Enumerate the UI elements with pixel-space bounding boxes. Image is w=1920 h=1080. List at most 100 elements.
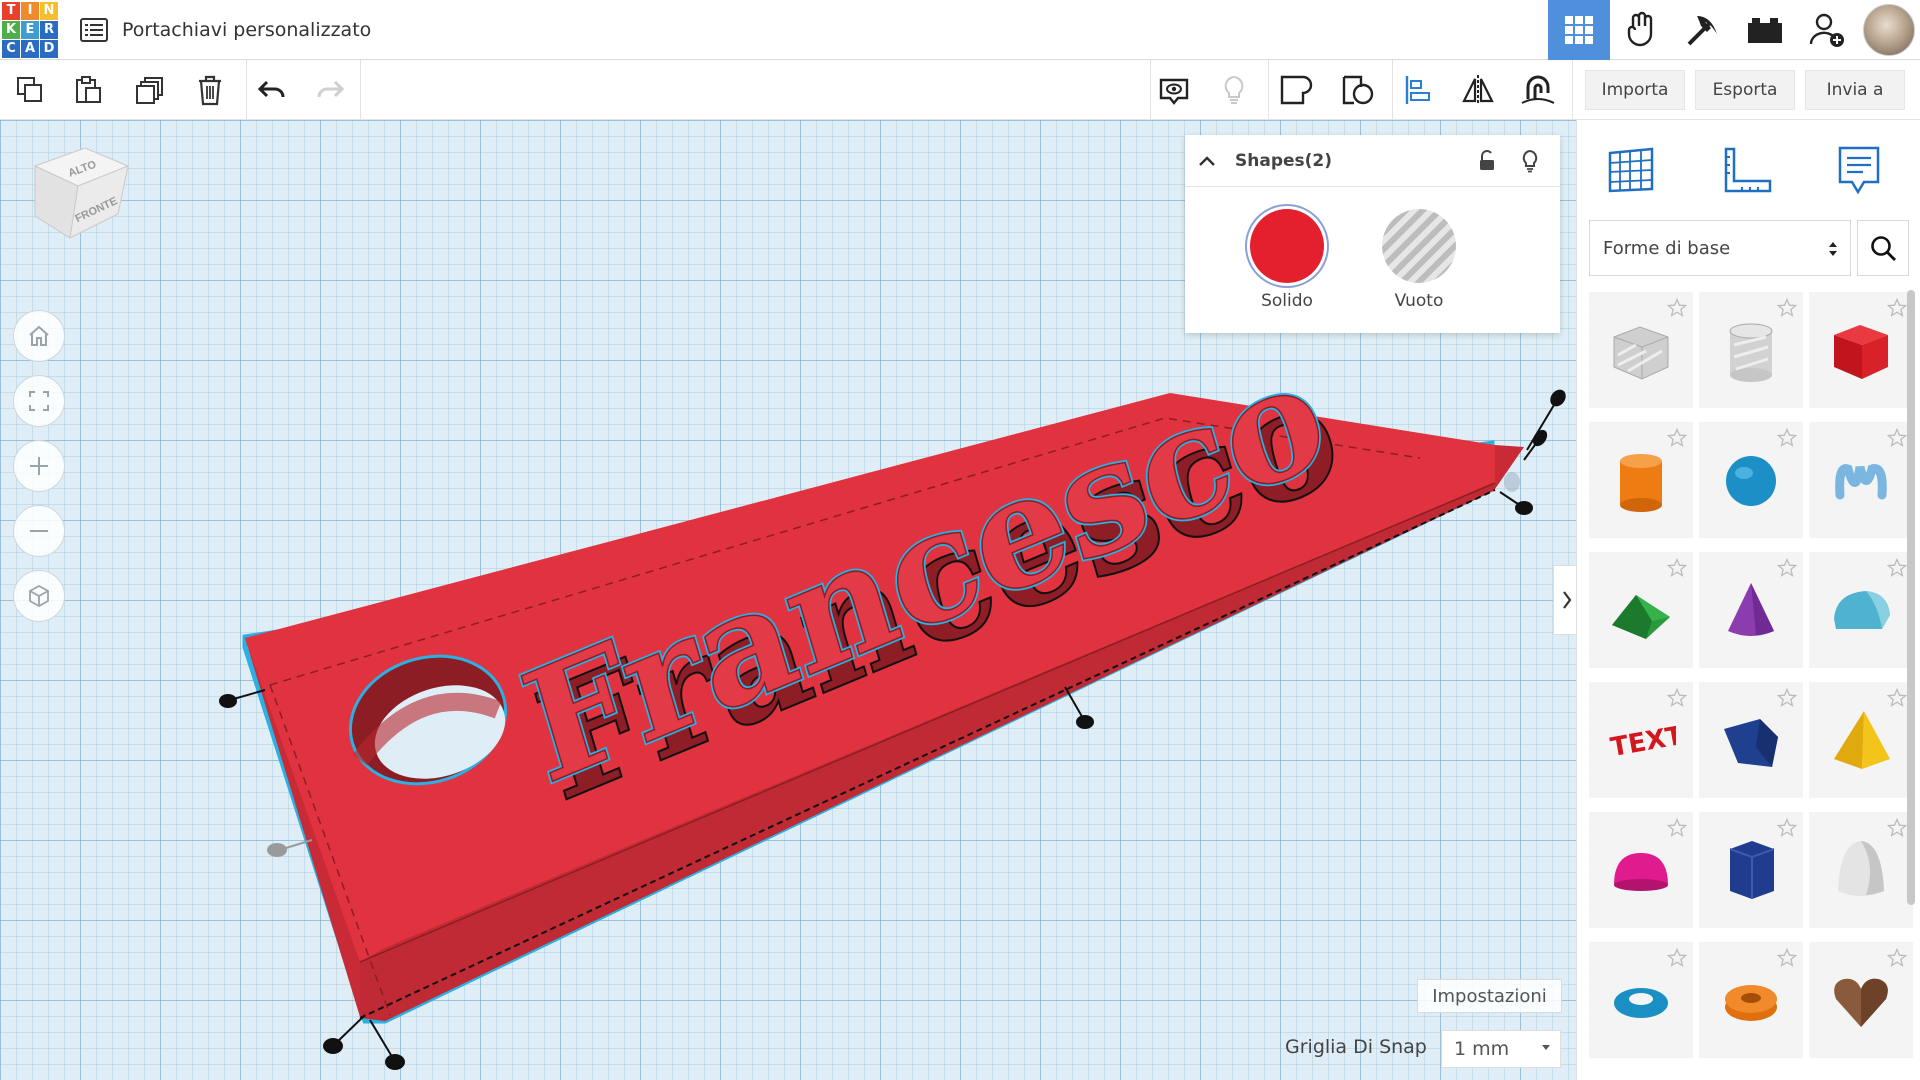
resize-handle[interactable]: [1076, 715, 1094, 729]
bricks-button[interactable]: [1734, 0, 1796, 60]
3d-design-view-button[interactable]: [1548, 0, 1610, 60]
favorite-star-icon[interactable]: [1887, 298, 1907, 318]
solid-mode-button[interactable]: Solido: [1227, 209, 1347, 311]
resize-handle[interactable]: [219, 694, 237, 708]
favorite-star-icon[interactable]: [1887, 428, 1907, 448]
notes-tab[interactable]: [1829, 140, 1889, 200]
favorite-star-icon[interactable]: [1777, 298, 1797, 318]
fit-view-button[interactable]: [13, 375, 65, 427]
shape-tile[interactable]: [1699, 942, 1803, 1058]
shape-tile[interactable]: [1699, 552, 1803, 668]
copy-button[interactable]: [8, 68, 52, 112]
logo-letter: C: [2, 39, 20, 58]
shape-tile[interactable]: [1809, 422, 1913, 538]
tinkercad-logo[interactable]: TIN KER CAD: [2, 1, 58, 58]
shape-tile[interactable]: [1809, 292, 1913, 408]
favorite-star-icon[interactable]: [1777, 428, 1797, 448]
shape-tile[interactable]: [1809, 812, 1913, 928]
shape-category-select[interactable]: Forme di base: [1589, 220, 1851, 276]
resize-handle[interactable]: [323, 1038, 343, 1054]
ungroup-button[interactable]: [1336, 68, 1380, 112]
shape-preview-icon: [1726, 456, 1776, 506]
favorite-star-icon[interactable]: [1887, 818, 1907, 838]
delete-button[interactable]: [188, 68, 232, 112]
favorite-star-icon[interactable]: [1667, 818, 1687, 838]
invite-user-button[interactable]: [1796, 0, 1858, 60]
resize-handle[interactable]: [1515, 501, 1533, 515]
gesture-hand-icon: [1627, 11, 1653, 47]
notes-button[interactable]: [1152, 68, 1196, 112]
workplane-tab[interactable]: [1601, 140, 1661, 200]
favorite-star-icon[interactable]: [1667, 428, 1687, 448]
favorite-star-icon[interactable]: [1667, 298, 1687, 318]
shape-tile[interactable]: [1809, 552, 1913, 668]
favorite-star-icon[interactable]: [1777, 818, 1797, 838]
note-icon: [1838, 146, 1880, 195]
group-button[interactable]: [1274, 68, 1318, 112]
favorite-star-icon[interactable]: [1667, 558, 1687, 578]
shape-tile[interactable]: [1699, 682, 1803, 798]
cruise-button[interactable]: [1516, 68, 1560, 112]
shape-preview-icon: [1729, 323, 1773, 382]
shape-tile[interactable]: [1699, 812, 1803, 928]
favorite-star-icon[interactable]: [1667, 948, 1687, 968]
projection-toggle-button[interactable]: [13, 570, 65, 622]
settings-button[interactable]: Impostazioni: [1417, 979, 1562, 1013]
paste-button[interactable]: [66, 68, 110, 112]
favorite-star-icon[interactable]: [1667, 688, 1687, 708]
design-menu-button[interactable]: [74, 10, 114, 50]
shape-preview-icon: [1725, 985, 1777, 1021]
resize-handle[interactable]: [267, 843, 287, 857]
align-button[interactable]: [1396, 68, 1440, 112]
lock-button[interactable]: [1472, 146, 1502, 176]
resize-handle[interactable]: [385, 1054, 405, 1070]
home-icon: [29, 325, 49, 346]
mirror-button[interactable]: [1456, 68, 1500, 112]
document-title[interactable]: Portachiavi personalizzato: [122, 19, 371, 41]
minus-icon: [30, 530, 48, 532]
shape-tile[interactable]: [1809, 942, 1913, 1058]
shape-tile[interactable]: [1589, 292, 1693, 408]
sim-lab-button[interactable]: [1610, 0, 1672, 60]
ruler-tab[interactable]: [1717, 140, 1777, 200]
zoom-out-button[interactable]: [13, 505, 65, 557]
shape-tile[interactable]: [1589, 942, 1693, 1058]
zoom-in-button[interactable]: [13, 440, 65, 492]
shape-tile[interactable]: [1589, 552, 1693, 668]
height-handle[interactable]: [1530, 427, 1550, 449]
shape-tile[interactable]: [1589, 422, 1693, 538]
shape-tile[interactable]: TEXT: [1589, 682, 1693, 798]
favorite-star-icon[interactable]: [1887, 558, 1907, 578]
show-all-button[interactable]: [1212, 68, 1256, 112]
view-cube[interactable]: ALTO FRONTE: [30, 147, 130, 248]
user-avatar[interactable]: [1858, 0, 1920, 60]
shape-tile[interactable]: [1699, 292, 1803, 408]
redo-button[interactable]: [308, 68, 352, 112]
rotate-handle[interactable]: [1547, 387, 1569, 410]
favorite-star-icon[interactable]: [1777, 558, 1797, 578]
export-button[interactable]: Esporta: [1695, 70, 1795, 110]
favorite-star-icon[interactable]: [1887, 688, 1907, 708]
solid-swatch: [1250, 209, 1324, 283]
import-button[interactable]: Importa: [1585, 70, 1685, 110]
hide-button[interactable]: [1515, 146, 1545, 176]
undo-button[interactable]: [250, 68, 294, 112]
duplicate-button[interactable]: [128, 68, 172, 112]
shape-tile[interactable]: [1589, 812, 1693, 928]
snap-grid-select[interactable]: 1 mm: [1441, 1030, 1561, 1068]
shape-tile[interactable]: [1809, 682, 1913, 798]
favorite-star-icon[interactable]: [1777, 688, 1797, 708]
shape-inspector: Shapes(2) Solido Vuoto: [1185, 135, 1560, 333]
view-cube-graphic: ALTO FRONTE: [33, 147, 130, 239]
panel-scrollbar[interactable]: [1907, 290, 1915, 905]
inspector-collapse-button[interactable]: [1185, 135, 1229, 187]
shape-search-button[interactable]: [1857, 220, 1909, 276]
favorite-star-icon[interactable]: [1887, 948, 1907, 968]
hole-mode-button[interactable]: Vuoto: [1359, 209, 1479, 311]
favorite-star-icon[interactable]: [1777, 948, 1797, 968]
send-to-button[interactable]: Invia a: [1805, 70, 1905, 110]
shape-tile[interactable]: [1699, 422, 1803, 538]
home-view-button[interactable]: [13, 310, 65, 362]
shape-preview-icon: [1614, 988, 1668, 1018]
blocks-button[interactable]: [1672, 0, 1734, 60]
